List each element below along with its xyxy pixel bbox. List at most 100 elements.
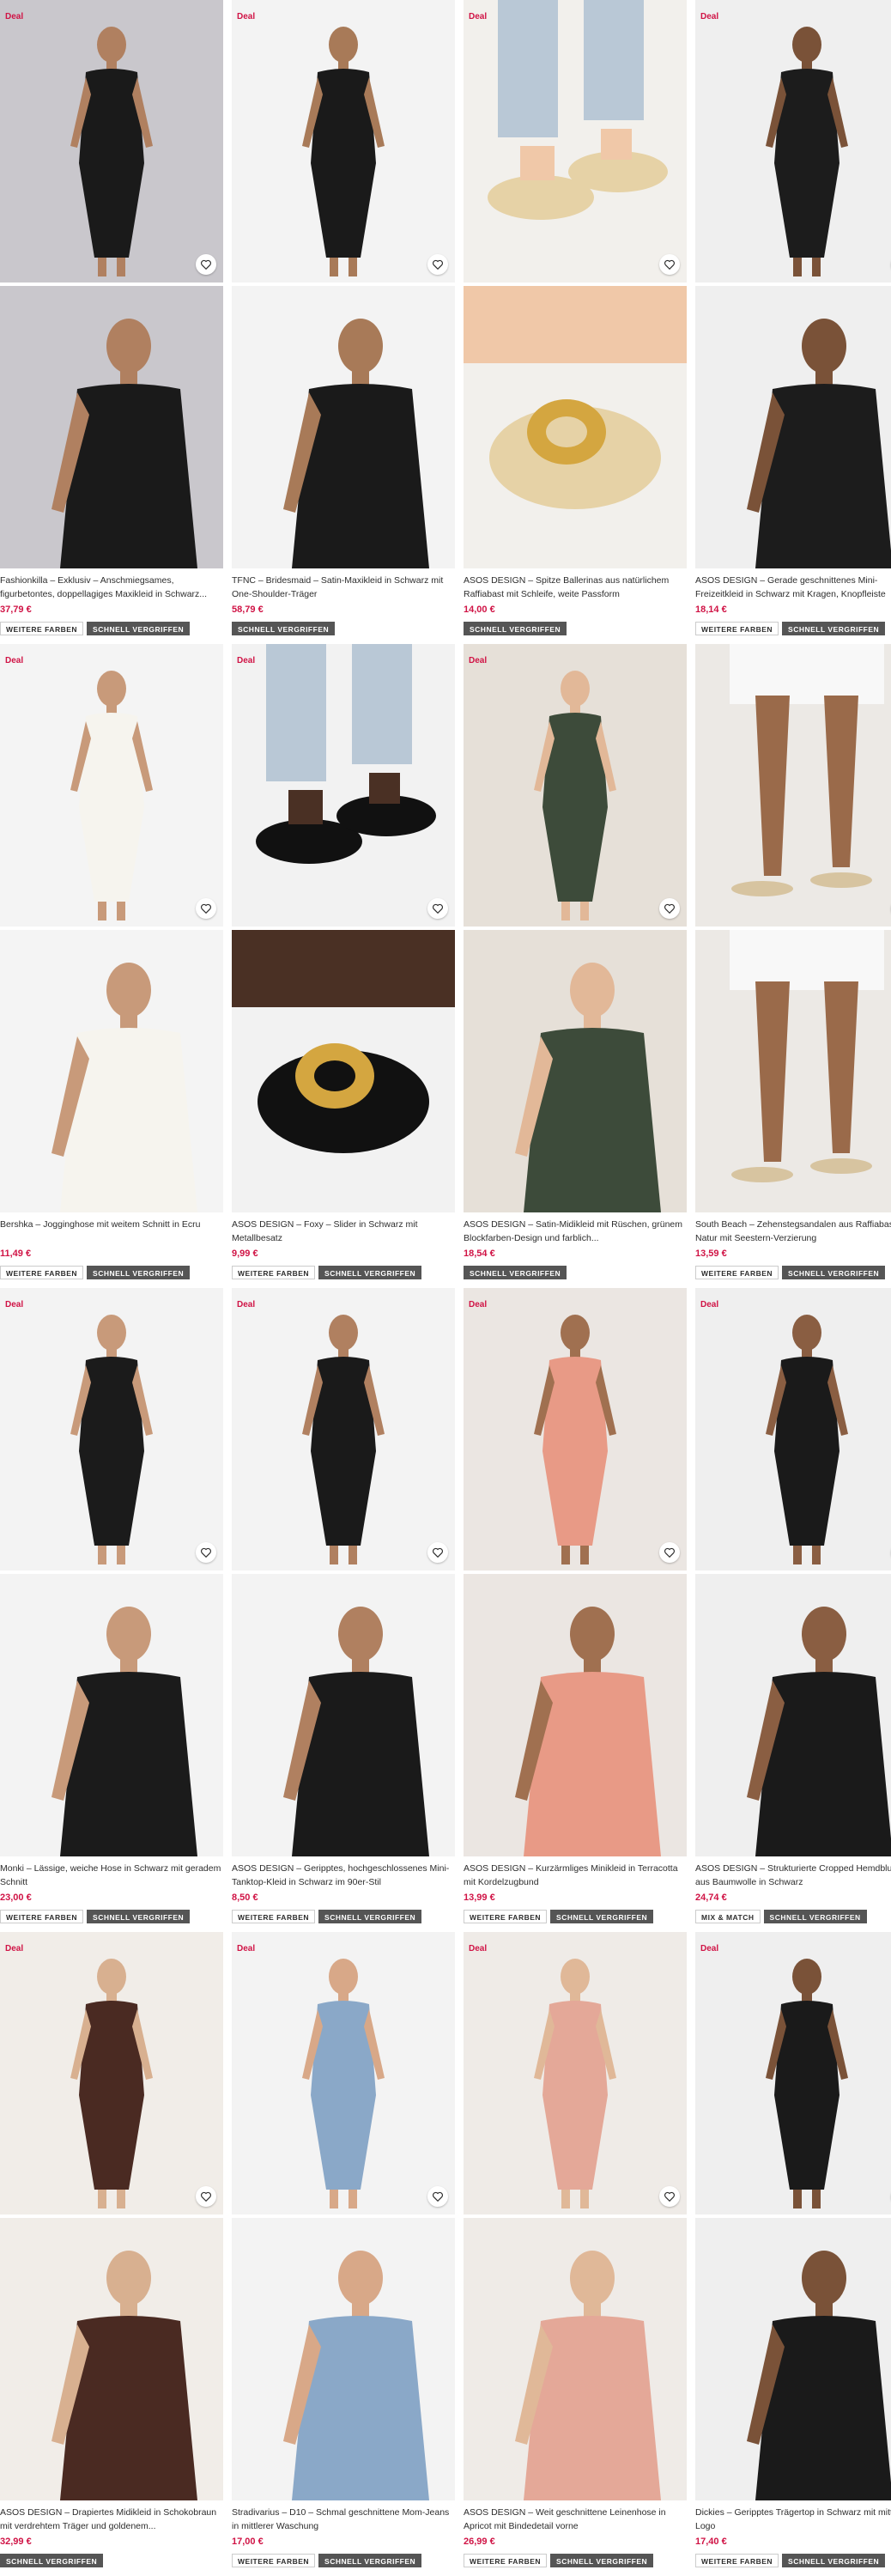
product-card[interactable]: Deal Monki – Lässige, weiche Hose in Schw… xyxy=(0,1288,223,1923)
product-card[interactable]: Deal Stradivarius – D10 – Schmal geschnit… xyxy=(232,1932,455,2567)
product-card[interactable]: Deal ASOS DESIGN – Gerade geschnittenes M… xyxy=(695,0,891,635)
product-card[interactable]: Deal Dickies – Geripptes Trägertop in Sch… xyxy=(695,1932,891,2567)
product-badges: SCHNELL VERGRIFFEN xyxy=(0,2554,223,2567)
product-image[interactable]: Deal xyxy=(0,0,223,568)
save-for-later-button[interactable] xyxy=(427,898,448,919)
product-image[interactable]: Deal xyxy=(464,1288,687,1856)
product-title[interactable]: TFNC – Bridesmaid – Satin-Maxikleid in S… xyxy=(232,574,455,601)
product-card[interactable]: Deal ASOS DESIGN – Foxy – Slider in Schwa… xyxy=(232,644,455,1279)
product-image[interactable]: Deal xyxy=(232,1932,455,2500)
product-photo-front xyxy=(464,644,687,927)
product-price: 24,74 € xyxy=(695,1893,727,1903)
more-colors-badge[interactable]: WEITERE FARBEN xyxy=(0,622,84,635)
product-photo-back xyxy=(0,286,223,568)
product-card[interactable]: Deal ASOS DESIGN – Weit geschnittene Lein… xyxy=(464,1932,687,2567)
product-title[interactable]: ASOS DESIGN – Geripptes, hochgeschlossen… xyxy=(232,1862,455,1889)
product-image[interactable]: Deal xyxy=(232,644,455,1212)
more-colors-badge[interactable]: WEITERE FARBEN xyxy=(695,1266,779,1279)
product-price: 23,00 € xyxy=(0,1893,32,1903)
product-price: 32,99 € xyxy=(0,2537,32,2547)
more-colors-badge[interactable]: WEITERE FARBEN xyxy=(0,1266,84,1279)
product-card[interactable]: Deal ASOS DESIGN – Kurzärmliges Minikleid… xyxy=(464,1288,687,1923)
product-image[interactable]: Deal xyxy=(464,644,687,1212)
product-card[interactable]: Deal ASOS DESIGN – Geripptes, hochgeschlo… xyxy=(232,1288,455,1923)
product-title[interactable]: ASOS DESIGN – Gerade geschnittenes Mini-… xyxy=(695,574,891,601)
product-badges: WEITERE FARBEN SCHNELL VERGRIFFEN xyxy=(464,1910,687,1923)
product-title[interactable]: ASOS DESIGN – Spitze Ballerinas aus natü… xyxy=(464,574,687,601)
product-image[interactable]: Deal xyxy=(695,1932,891,2500)
product-photo-back xyxy=(464,930,687,1212)
heart-icon xyxy=(201,1547,211,1558)
product-image[interactable]: Deal xyxy=(0,1288,223,1856)
product-title[interactable]: Bershka – Jogginghose mit weitem Schnitt… xyxy=(0,1218,223,1245)
product-title[interactable]: ASOS DESIGN – Satin-Midikleid mit Rüsche… xyxy=(464,1218,687,1245)
save-for-later-button[interactable] xyxy=(427,254,448,275)
product-badges: WEITERE FARBEN SCHNELL VERGRIFFEN xyxy=(232,1910,455,1923)
product-card[interactable]: Deal Fashionkilla – Exklusiv – Anschmiegs… xyxy=(0,0,223,635)
save-for-later-button[interactable] xyxy=(196,2186,216,2207)
product-title[interactable]: Stradivarius – D10 – Schmal geschnittene… xyxy=(232,2506,455,2533)
product-card[interactable]: Deal Bershka – Jogginghose mit weitem Sch… xyxy=(0,644,223,1279)
product-image[interactable]: Deal xyxy=(695,0,891,568)
product-title[interactable]: ASOS DESIGN – Drapiertes Midikleid in Sc… xyxy=(0,2506,223,2533)
product-photo-front xyxy=(695,0,891,283)
product-card[interactable]: Deal TFNC – Bridesmaid – Satin-Maxikleid … xyxy=(232,0,455,635)
product-image[interactable]: Deal xyxy=(0,644,223,1212)
product-image[interactable] xyxy=(695,644,891,1212)
save-for-later-button[interactable] xyxy=(659,2186,680,2207)
product-image[interactable]: Deal xyxy=(464,1932,687,2500)
more-colors-badge[interactable]: WEITERE FARBEN xyxy=(695,2554,779,2567)
product-card[interactable]: Deal ASOS DESIGN – Strukturierte Cropped … xyxy=(695,1288,891,1923)
more-colors-badge[interactable]: WEITERE FARBEN xyxy=(0,1910,84,1923)
product-title[interactable]: Monki – Lässige, weiche Hose in Schwarz … xyxy=(0,1862,223,1889)
deal-badge: Deal xyxy=(700,12,719,21)
product-price: 9,99 € xyxy=(232,1249,258,1259)
more-colors-badge[interactable]: WEITERE FARBEN xyxy=(232,1910,316,1923)
more-colors-badge[interactable]: WEITERE FARBEN xyxy=(464,1910,548,1923)
deal-badge: Deal xyxy=(237,1300,256,1309)
save-for-later-button[interactable] xyxy=(196,898,216,919)
save-for-later-button[interactable] xyxy=(659,1542,680,1563)
mix-match-badge[interactable]: MIX & MATCH xyxy=(695,1910,761,1923)
product-card[interactable]: South Beach – Zehenstegsandalen aus Raff… xyxy=(695,644,891,1279)
product-price: 13,59 € xyxy=(695,1249,727,1259)
deal-badge: Deal xyxy=(5,12,24,21)
product-photo-back xyxy=(232,286,455,568)
product-card[interactable]: Deal ASOS DESIGN – Satin-Midikleid mit Rü… xyxy=(464,644,687,1279)
heart-icon xyxy=(664,259,675,270)
product-title[interactable]: Fashionkilla – Exklusiv – Anschmiegsames… xyxy=(0,574,223,601)
save-for-later-button[interactable] xyxy=(196,254,216,275)
selling-fast-badge: SCHNELL VERGRIFFEN xyxy=(782,2554,886,2567)
more-colors-badge[interactable]: WEITERE FARBEN xyxy=(232,1266,316,1279)
selling-fast-badge: SCHNELL VERGRIFFEN xyxy=(232,622,336,635)
product-title[interactable]: ASOS DESIGN – Foxy – Slider in Schwarz m… xyxy=(232,1218,455,1245)
product-price: 37,79 € xyxy=(0,605,32,615)
more-colors-badge[interactable]: WEITERE FARBEN xyxy=(232,2554,316,2567)
product-badges: WEITERE FARBEN SCHNELL VERGRIFFEN xyxy=(695,622,891,635)
save-for-later-button[interactable] xyxy=(427,2186,448,2207)
product-title[interactable]: ASOS DESIGN – Weit geschnittene Leinenho… xyxy=(464,2506,687,2533)
product-card[interactable]: Deal ASOS DESIGN – Spitze Ballerinas aus … xyxy=(464,0,687,635)
product-title[interactable]: ASOS DESIGN – Kurzärmliges Minikleid in … xyxy=(464,1862,687,1889)
save-for-later-button[interactable] xyxy=(196,1542,216,1563)
product-image[interactable]: Deal xyxy=(232,1288,455,1856)
more-colors-badge[interactable]: WEITERE FARBEN xyxy=(464,2554,548,2567)
product-image[interactable]: Deal xyxy=(232,0,455,568)
product-badges: WEITERE FARBEN SCHNELL VERGRIFFEN xyxy=(695,2554,891,2567)
product-photo-back xyxy=(232,930,455,1212)
deal-badge: Deal xyxy=(469,1944,488,1953)
product-card[interactable]: Deal ASOS DESIGN – Drapiertes Midikleid i… xyxy=(0,1932,223,2567)
product-badges: WEITERE FARBEN SCHNELL VERGRIFFEN xyxy=(232,2554,455,2567)
save-for-later-button[interactable] xyxy=(659,898,680,919)
product-title[interactable]: South Beach – Zehenstegsandalen aus Raff… xyxy=(695,1218,891,1245)
more-colors-badge[interactable]: WEITERE FARBEN xyxy=(695,622,779,635)
product-image[interactable]: Deal xyxy=(0,1932,223,2500)
product-title[interactable]: ASOS DESIGN – Strukturierte Cropped Hemd… xyxy=(695,1862,891,1889)
product-image[interactable]: Deal xyxy=(464,0,687,568)
product-photo-front xyxy=(0,644,223,927)
product-photo-back xyxy=(232,1574,455,1856)
product-title[interactable]: Dickies – Geripptes Trägertop in Schwarz… xyxy=(695,2506,891,2533)
product-image[interactable]: Deal xyxy=(695,1288,891,1856)
save-for-later-button[interactable] xyxy=(659,254,680,275)
save-for-later-button[interactable] xyxy=(427,1542,448,1563)
